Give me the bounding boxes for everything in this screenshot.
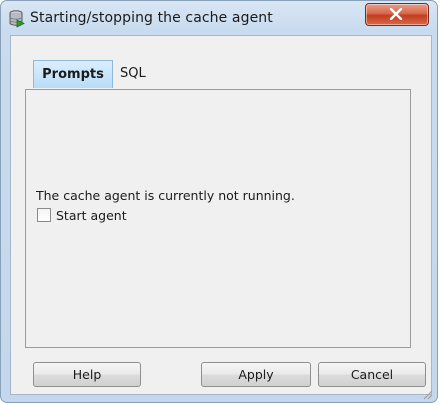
apply-button[interactable]: Apply [201, 362, 311, 387]
start-agent-label[interactable]: Start agent [56, 208, 127, 223]
close-icon [389, 8, 403, 20]
agent-status-text: The cache agent is currently not running… [36, 188, 295, 203]
close-button[interactable] [365, 3, 429, 26]
tab-prompts[interactable]: Prompts [33, 60, 113, 88]
cache-agent-icon [9, 10, 25, 28]
title-bar[interactable]: Starting/stopping the cache agent [1, 1, 439, 35]
window-title: Starting/stopping the cache agent [30, 10, 273, 26]
resize-grip-icon[interactable] [421, 388, 433, 400]
tab-sql[interactable]: SQL [120, 60, 160, 88]
start-agent-checkbox[interactable] [37, 208, 51, 222]
cancel-button[interactable]: Cancel [318, 362, 426, 387]
help-button[interactable]: Help [33, 362, 141, 387]
